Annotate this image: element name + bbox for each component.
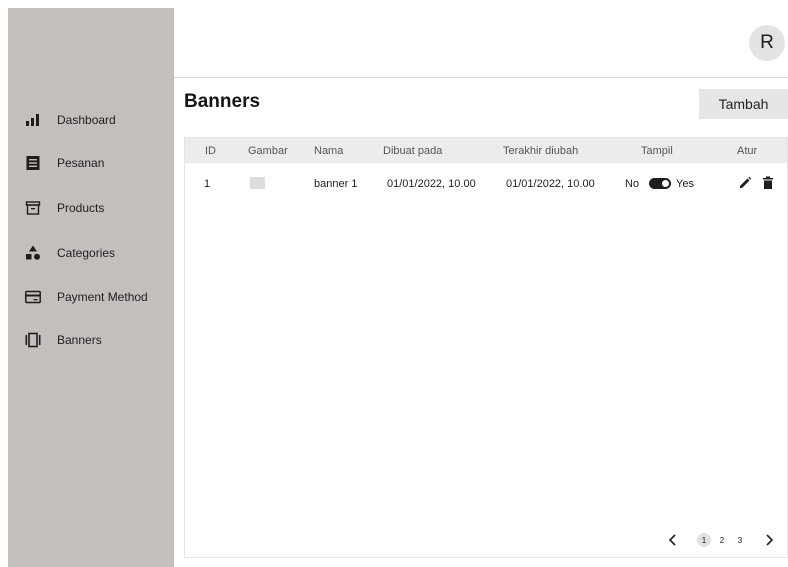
add-banner-button[interactable]: Tambah: [699, 89, 788, 119]
edit-icon[interactable]: [738, 176, 752, 190]
sidebar-item-banners[interactable]: Banners: [8, 325, 174, 355]
chevron-right-icon[interactable]: [762, 532, 776, 548]
cell-dibuat-pada: 01/01/2022, 10.00: [387, 178, 476, 190]
sidebar-item-pesanan[interactable]: Pesanan: [8, 148, 174, 178]
page-number-3[interactable]: 3: [733, 533, 747, 547]
column-header-atur[interactable]: Atur: [737, 145, 757, 157]
page-number-1[interactable]: 1: [697, 533, 711, 547]
column-header-gambar[interactable]: Gambar: [248, 145, 288, 157]
header-divider: [174, 77, 788, 78]
column-header-terakhir-diubah[interactable]: Terakhir diubah: [503, 145, 578, 157]
credit-card-icon: [25, 289, 41, 305]
column-header-nama[interactable]: Nama: [314, 145, 343, 157]
sidebar-item-label: Banners: [57, 333, 102, 347]
document-icon: [25, 155, 41, 171]
cell-terakhir-diubah: 01/01/2022, 10.00: [506, 178, 595, 190]
sidebar-item-products[interactable]: Products: [8, 193, 174, 223]
carousel-icon: [25, 332, 41, 348]
column-header-id[interactable]: ID: [205, 145, 216, 157]
archive-box-icon: [25, 200, 41, 216]
sidebar: Dashboard Pesanan Products Categories Pa…: [8, 8, 174, 567]
toggle-off-label: No: [625, 178, 640, 190]
chevron-left-icon[interactable]: [666, 532, 680, 548]
sidebar-item-payment-method[interactable]: Payment Method: [8, 282, 174, 312]
avatar[interactable]: R: [749, 25, 785, 61]
banner-thumbnail[interactable]: [250, 177, 265, 189]
table-header: ID Gambar Nama Dibuat pada Terakhir diub…: [185, 138, 787, 163]
column-header-dibuat-pada[interactable]: Dibuat pada: [383, 145, 442, 157]
sidebar-item-label: Categories: [57, 246, 116, 260]
bar-chart-icon: [25, 112, 41, 128]
page-number-2[interactable]: 2: [715, 533, 729, 547]
page-title: Banners: [184, 91, 261, 112]
trash-icon[interactable]: [762, 176, 774, 190]
sidebar-item-label: Products: [57, 201, 105, 215]
top-bar: [174, 8, 788, 78]
toggle-on-label: Yes: [676, 178, 694, 190]
sidebar-item-categories[interactable]: Categories: [8, 238, 174, 268]
sidebar-item-label: Pesanan: [57, 156, 105, 170]
toggle-knob: [662, 180, 669, 187]
sidebar-item-label: Payment Method: [57, 290, 148, 304]
sidebar-item-label: Dashboard: [57, 113, 116, 127]
banners-table-panel: ID Gambar Nama Dibuat pada Terakhir diub…: [184, 137, 788, 558]
tampil-toggle[interactable]: [649, 178, 671, 189]
column-header-tampil[interactable]: Tampil: [641, 145, 673, 157]
sidebar-item-dashboard[interactable]: Dashboard: [8, 105, 174, 135]
shapes-icon: [25, 245, 41, 261]
cell-id: 1: [204, 178, 211, 190]
cell-nama: banner 1: [314, 178, 358, 190]
